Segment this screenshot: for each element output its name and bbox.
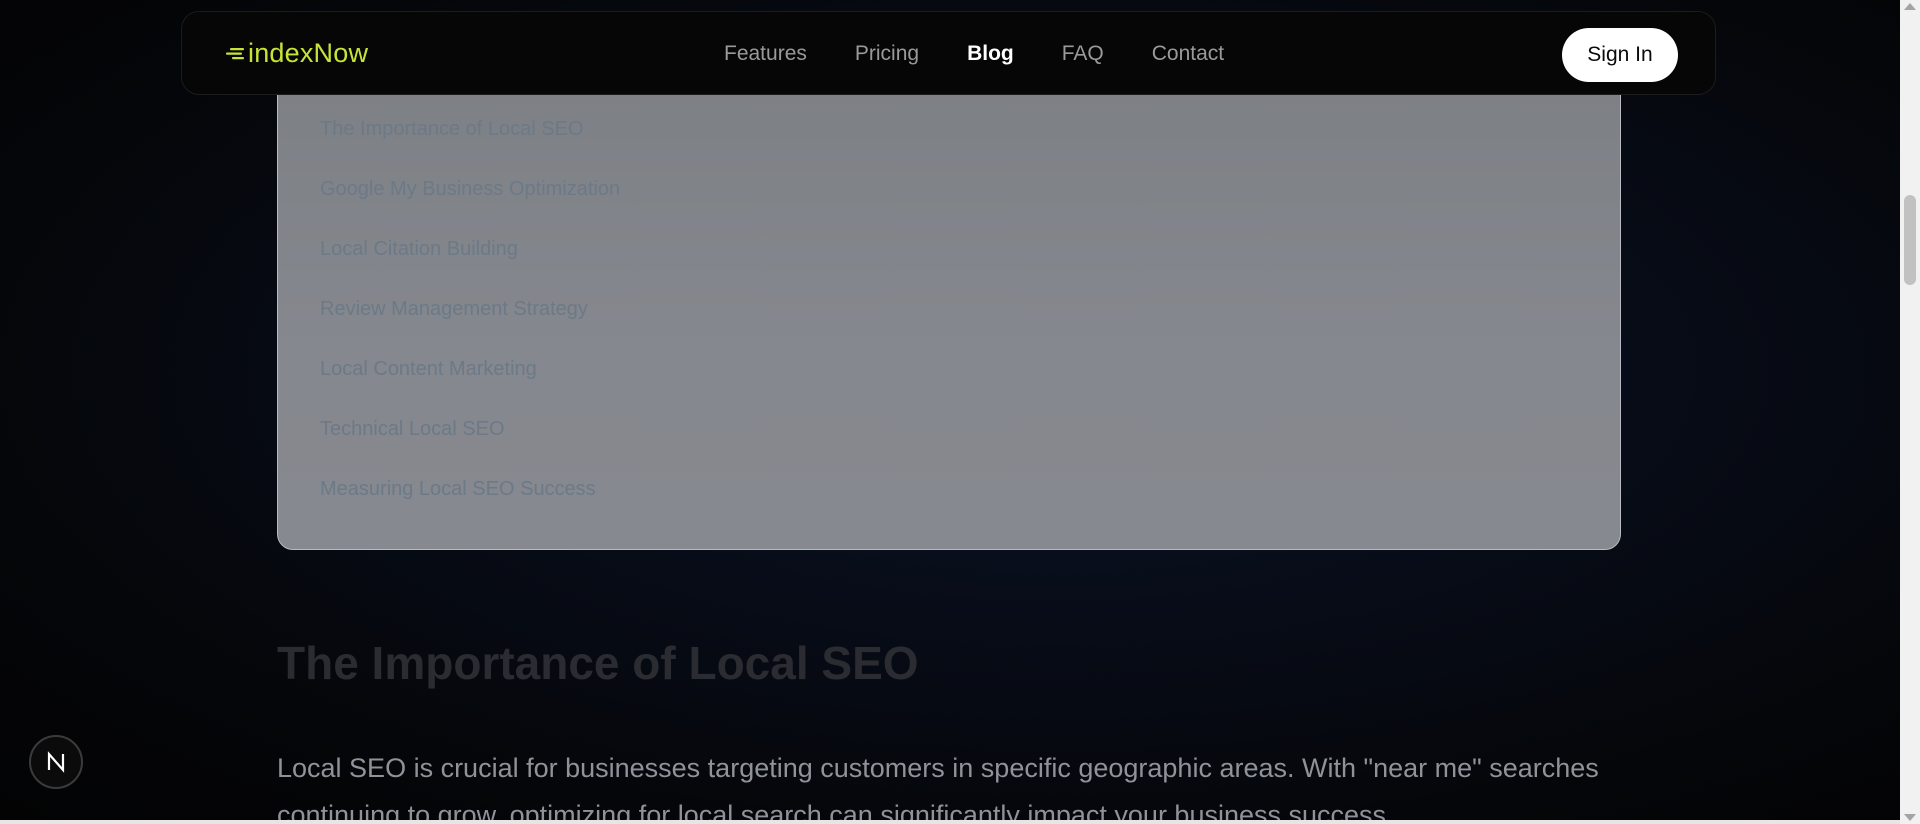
speed-lines-icon: [226, 48, 244, 60]
vertical-scrollbar[interactable]: [1900, 0, 1920, 824]
scroll-down-icon[interactable]: [1904, 814, 1916, 821]
toc-link[interactable]: Review Management Strategy: [320, 298, 620, 358]
navbar: indexNow Features Pricing Blog FAQ Conta…: [181, 11, 1716, 95]
section-paragraph: Local SEO is crucial for businesses targ…: [277, 753, 1599, 824]
brand-name: indexNow: [248, 37, 369, 68]
nav-link-pricing[interactable]: Pricing: [855, 42, 919, 66]
section-heading: The Importance of Local SEO: [277, 637, 919, 689]
sign-in-button[interactable]: Sign In: [1562, 28, 1678, 82]
table-of-contents: The Importance of Local SEO Google My Bu…: [277, 50, 1621, 550]
horizontal-scrollbar[interactable]: [0, 820, 1900, 824]
nav-link-features[interactable]: Features: [724, 42, 807, 66]
nextjs-dev-badge[interactable]: [29, 735, 83, 789]
brand-logo[interactable]: indexNow: [224, 38, 368, 68]
toc-link[interactable]: Google My Business Optimization: [320, 178, 620, 238]
scroll-up-icon[interactable]: [1904, 3, 1916, 10]
nextjs-logo-icon: [47, 751, 65, 773]
toc-link[interactable]: The Importance of Local SEO: [320, 118, 620, 178]
scroll-thumb[interactable]: [1904, 195, 1916, 285]
toc-link[interactable]: Technical Local SEO: [320, 418, 620, 478]
toc-link[interactable]: Local Citation Building: [320, 238, 620, 298]
nav-link-contact[interactable]: Contact: [1152, 42, 1224, 66]
nav-link-blog[interactable]: Blog: [967, 42, 1014, 66]
toc-link[interactable]: Local Content Marketing: [320, 358, 620, 418]
toc-link[interactable]: Measuring Local SEO Success: [320, 478, 620, 538]
main-nav: Features Pricing Blog FAQ Contact: [724, 12, 1224, 96]
toc-list: The Importance of Local SEO Google My Bu…: [320, 118, 620, 538]
nav-link-faq[interactable]: FAQ: [1062, 42, 1104, 66]
